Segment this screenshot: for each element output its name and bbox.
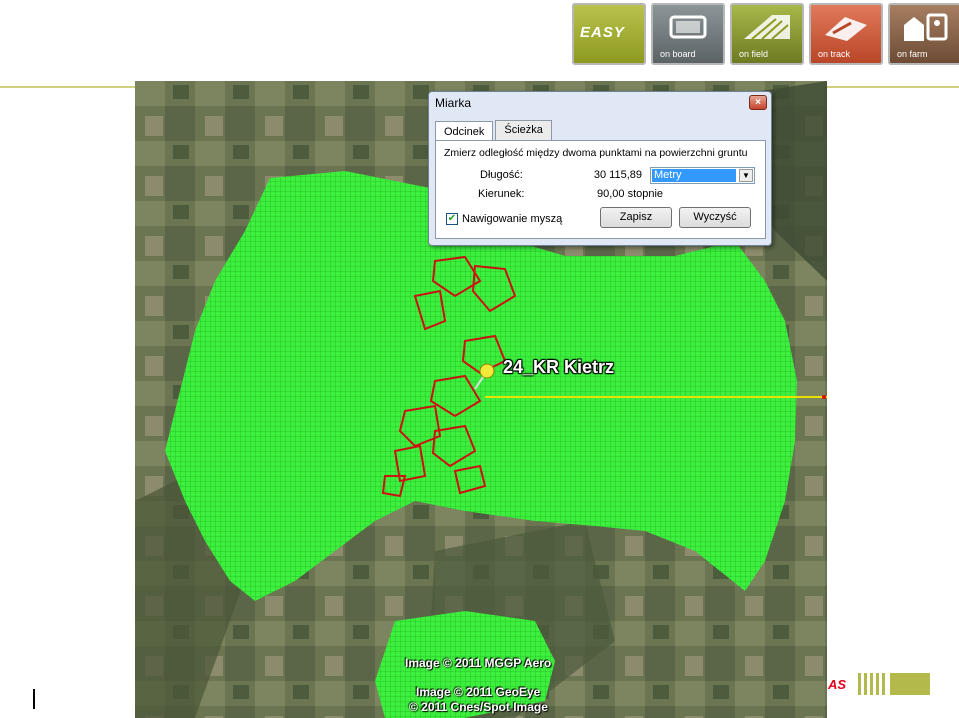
tile-label: on track [818, 49, 851, 59]
tile-on-track[interactable]: on track [809, 3, 883, 65]
brand-stripes [858, 673, 930, 695]
tab-panel: Zmierz odległość między dwoma punktami n… [435, 140, 766, 239]
easy-logo-text: EASY [580, 24, 625, 41]
copyright-geoeye: Image © 2011 GeoEye [416, 685, 541, 699]
tile-label: on farm [897, 49, 928, 59]
tile-on-board[interactable]: on board [651, 3, 725, 65]
clear-button[interactable]: Wyczyść [679, 207, 751, 228]
field-icon [744, 15, 790, 40]
tab-odcinek[interactable]: Odcinek [435, 121, 494, 141]
length-value: 30 115,89 [593, 169, 642, 181]
dialog-tabs: Odcinek Ścieżka [435, 120, 554, 141]
copyright-mggp: Image © 2011 MGGP Aero [405, 656, 552, 670]
mouse-nav-checkbox[interactable]: ✔ [446, 213, 458, 225]
close-button[interactable]: × [749, 95, 767, 110]
dialog-description: Zmierz odległość między dwoma punktami n… [444, 147, 748, 159]
tile-label: on board [660, 49, 696, 59]
unit-select[interactable]: Metry ▼ [650, 167, 755, 184]
track-icon [825, 17, 867, 41]
mouse-nav-label: Nawigowanie myszą [462, 213, 563, 225]
unit-selected: Metry [652, 169, 736, 182]
tab-sciezka[interactable]: Ścieżka [495, 120, 552, 140]
direction-label: Kierunek: [478, 188, 525, 200]
tile-on-field[interactable]: on field [730, 3, 804, 65]
placemark-label[interactable]: 24_KR Kietrz [503, 357, 614, 378]
header-tiles: EASY on board on field on track on farm [572, 3, 959, 65]
terminal-icon [669, 15, 707, 39]
footer-marker [33, 689, 35, 709]
tile-label: on field [739, 49, 769, 59]
length-label: Długość: [480, 169, 523, 181]
farm-icon [904, 13, 948, 41]
direction-value: 90,00 stopnie [597, 188, 664, 200]
tile-easy[interactable]: EASY [572, 3, 646, 65]
chevron-down-icon[interactable]: ▼ [739, 169, 753, 182]
brand-logo-text: AS [828, 677, 847, 692]
tile-on-farm[interactable]: on farm [888, 3, 959, 65]
dialog-title: Miarka [435, 96, 472, 110]
ruler-dialog: Miarka × Odcinek Ścieżka Zmierz odległoś… [428, 91, 772, 246]
save-button[interactable]: Zapisz [600, 207, 672, 228]
slide: EASY on board on field on track on farm … [0, 0, 959, 718]
copyright-cnes: © 2011 Cnes/Spot Image [409, 700, 548, 714]
